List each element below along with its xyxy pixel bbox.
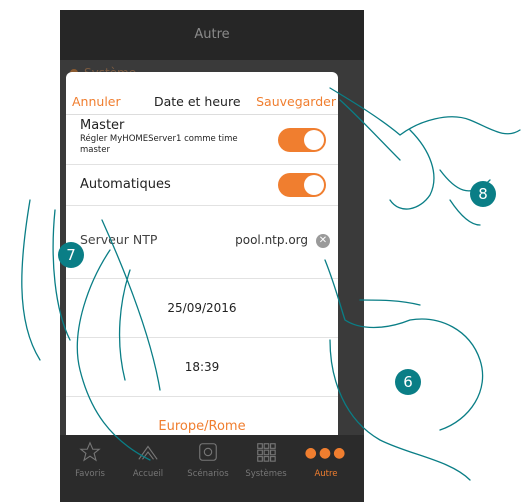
callout-6: 6	[395, 369, 421, 395]
callout-7: 7	[58, 242, 84, 268]
callout-8: 8	[470, 181, 496, 207]
